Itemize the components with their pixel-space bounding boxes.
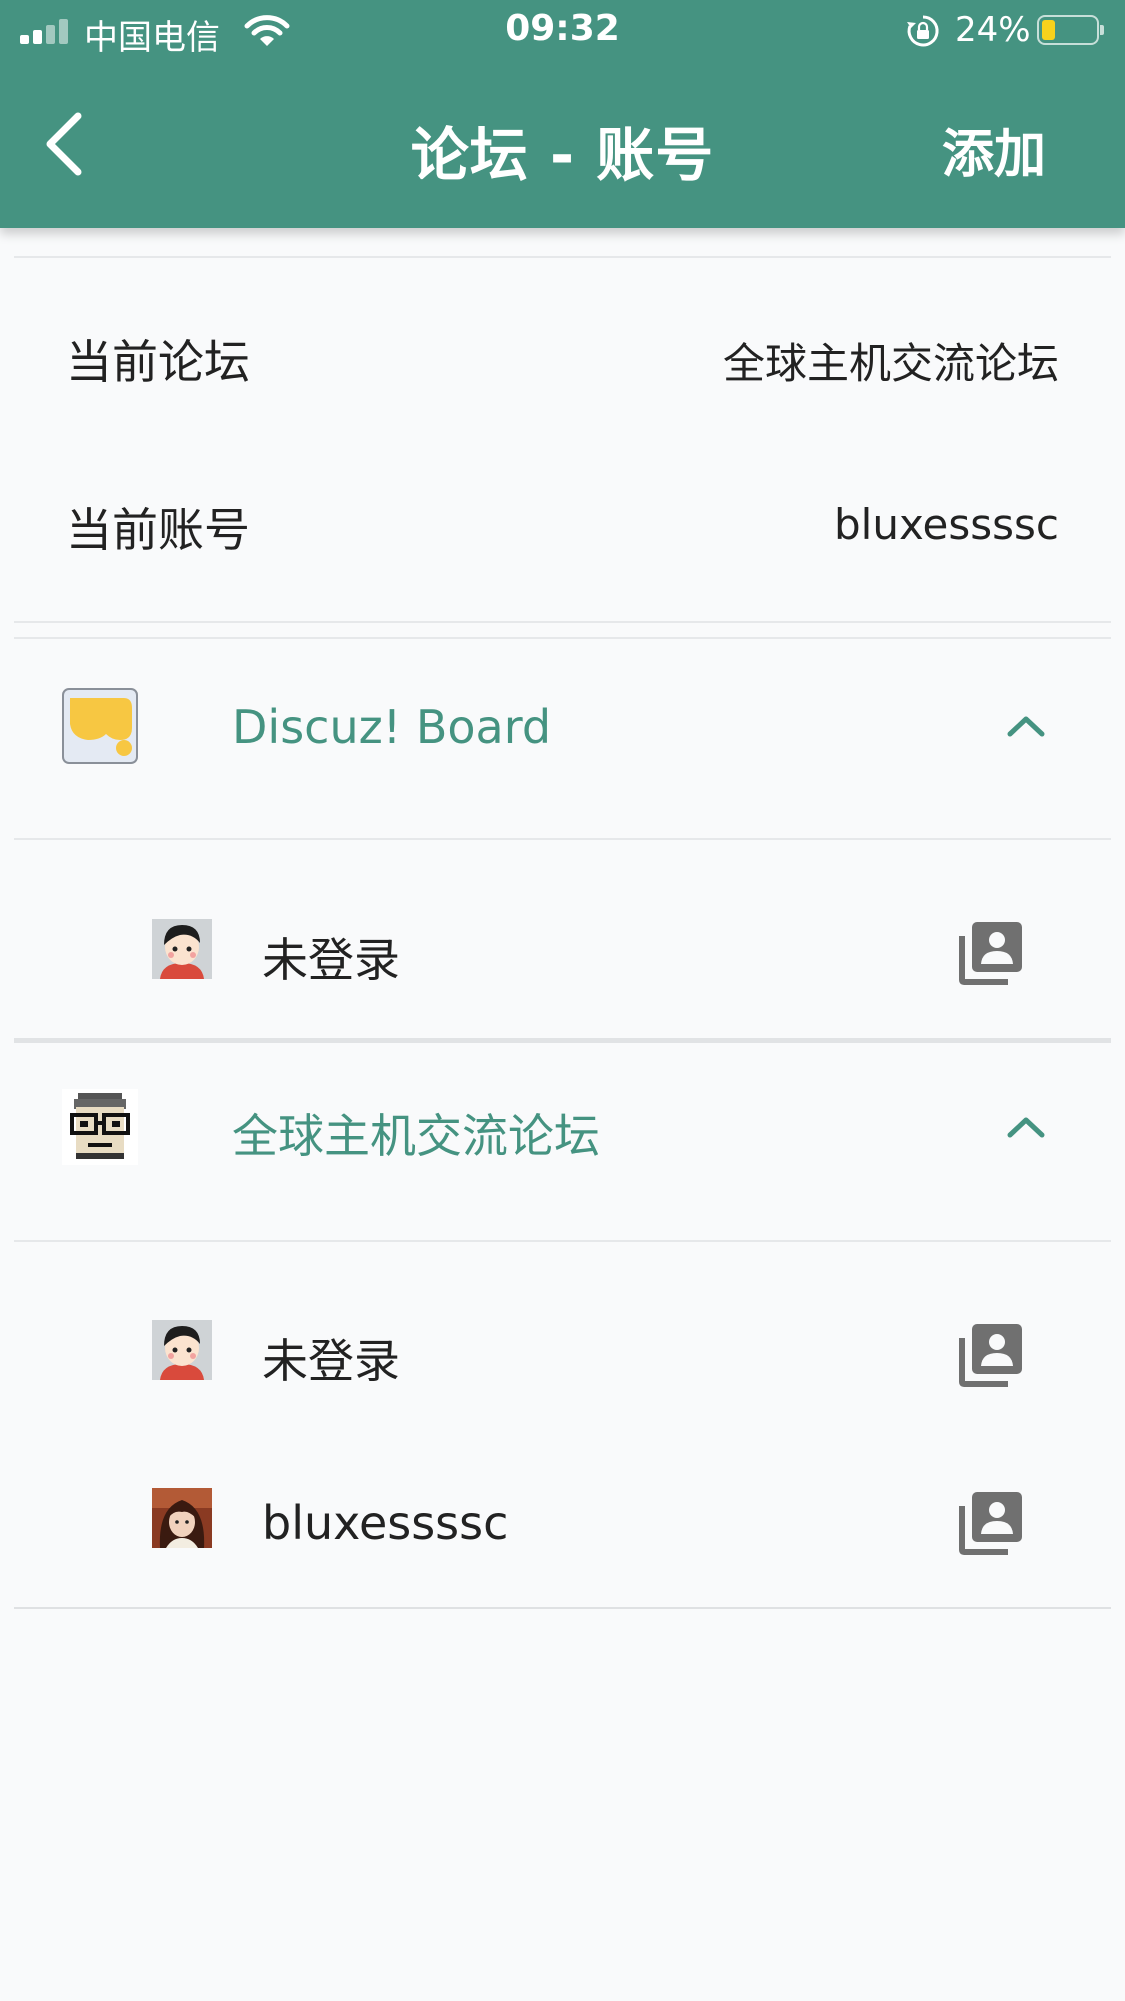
account-name: 未登录 xyxy=(262,933,400,987)
account-switch-icon[interactable] xyxy=(958,920,1024,986)
rotation-lock-icon xyxy=(907,15,939,47)
divider xyxy=(14,637,1111,639)
add-button[interactable]: 添加 xyxy=(942,112,1046,187)
divider xyxy=(14,1607,1111,1609)
user-photo-avatar xyxy=(152,1488,212,1548)
divider xyxy=(14,256,1111,258)
current-forum-value: 全球主机交流论坛 xyxy=(722,339,1059,388)
status-bar: 中国电信 09:32 24% xyxy=(0,0,1125,62)
divider xyxy=(14,838,1111,840)
forum-name: 全球主机交流论坛 xyxy=(232,1109,600,1163)
default-avatar-icon xyxy=(152,1320,212,1380)
divider xyxy=(14,621,1111,623)
discuz-logo-icon xyxy=(62,688,138,764)
default-avatar-icon xyxy=(152,919,212,979)
forum-name: Discuz! Board xyxy=(232,700,552,754)
current-account-label: 当前账号 xyxy=(66,503,250,557)
battery-icon xyxy=(1037,15,1104,45)
current-forum-label: 当前论坛 xyxy=(66,335,250,389)
section-divider xyxy=(14,1038,1111,1043)
current-account-value: bluxessssc xyxy=(834,500,1059,549)
chevron-up-icon[interactable] xyxy=(1006,1115,1046,1139)
account-switch-icon[interactable] xyxy=(958,1322,1024,1388)
account-name: 未登录 xyxy=(262,1334,400,1388)
app-bar: 中国电信 09:32 24% 论坛 - 账号 添加 xyxy=(0,0,1125,228)
battery-percent: 24% xyxy=(955,10,1031,50)
pixel-glasses-face-icon xyxy=(62,1089,138,1165)
divider xyxy=(14,1240,1111,1242)
account-name: bluxessssc xyxy=(262,1496,509,1550)
account-switch-icon[interactable] xyxy=(958,1490,1024,1556)
chevron-up-icon[interactable] xyxy=(1006,714,1046,738)
